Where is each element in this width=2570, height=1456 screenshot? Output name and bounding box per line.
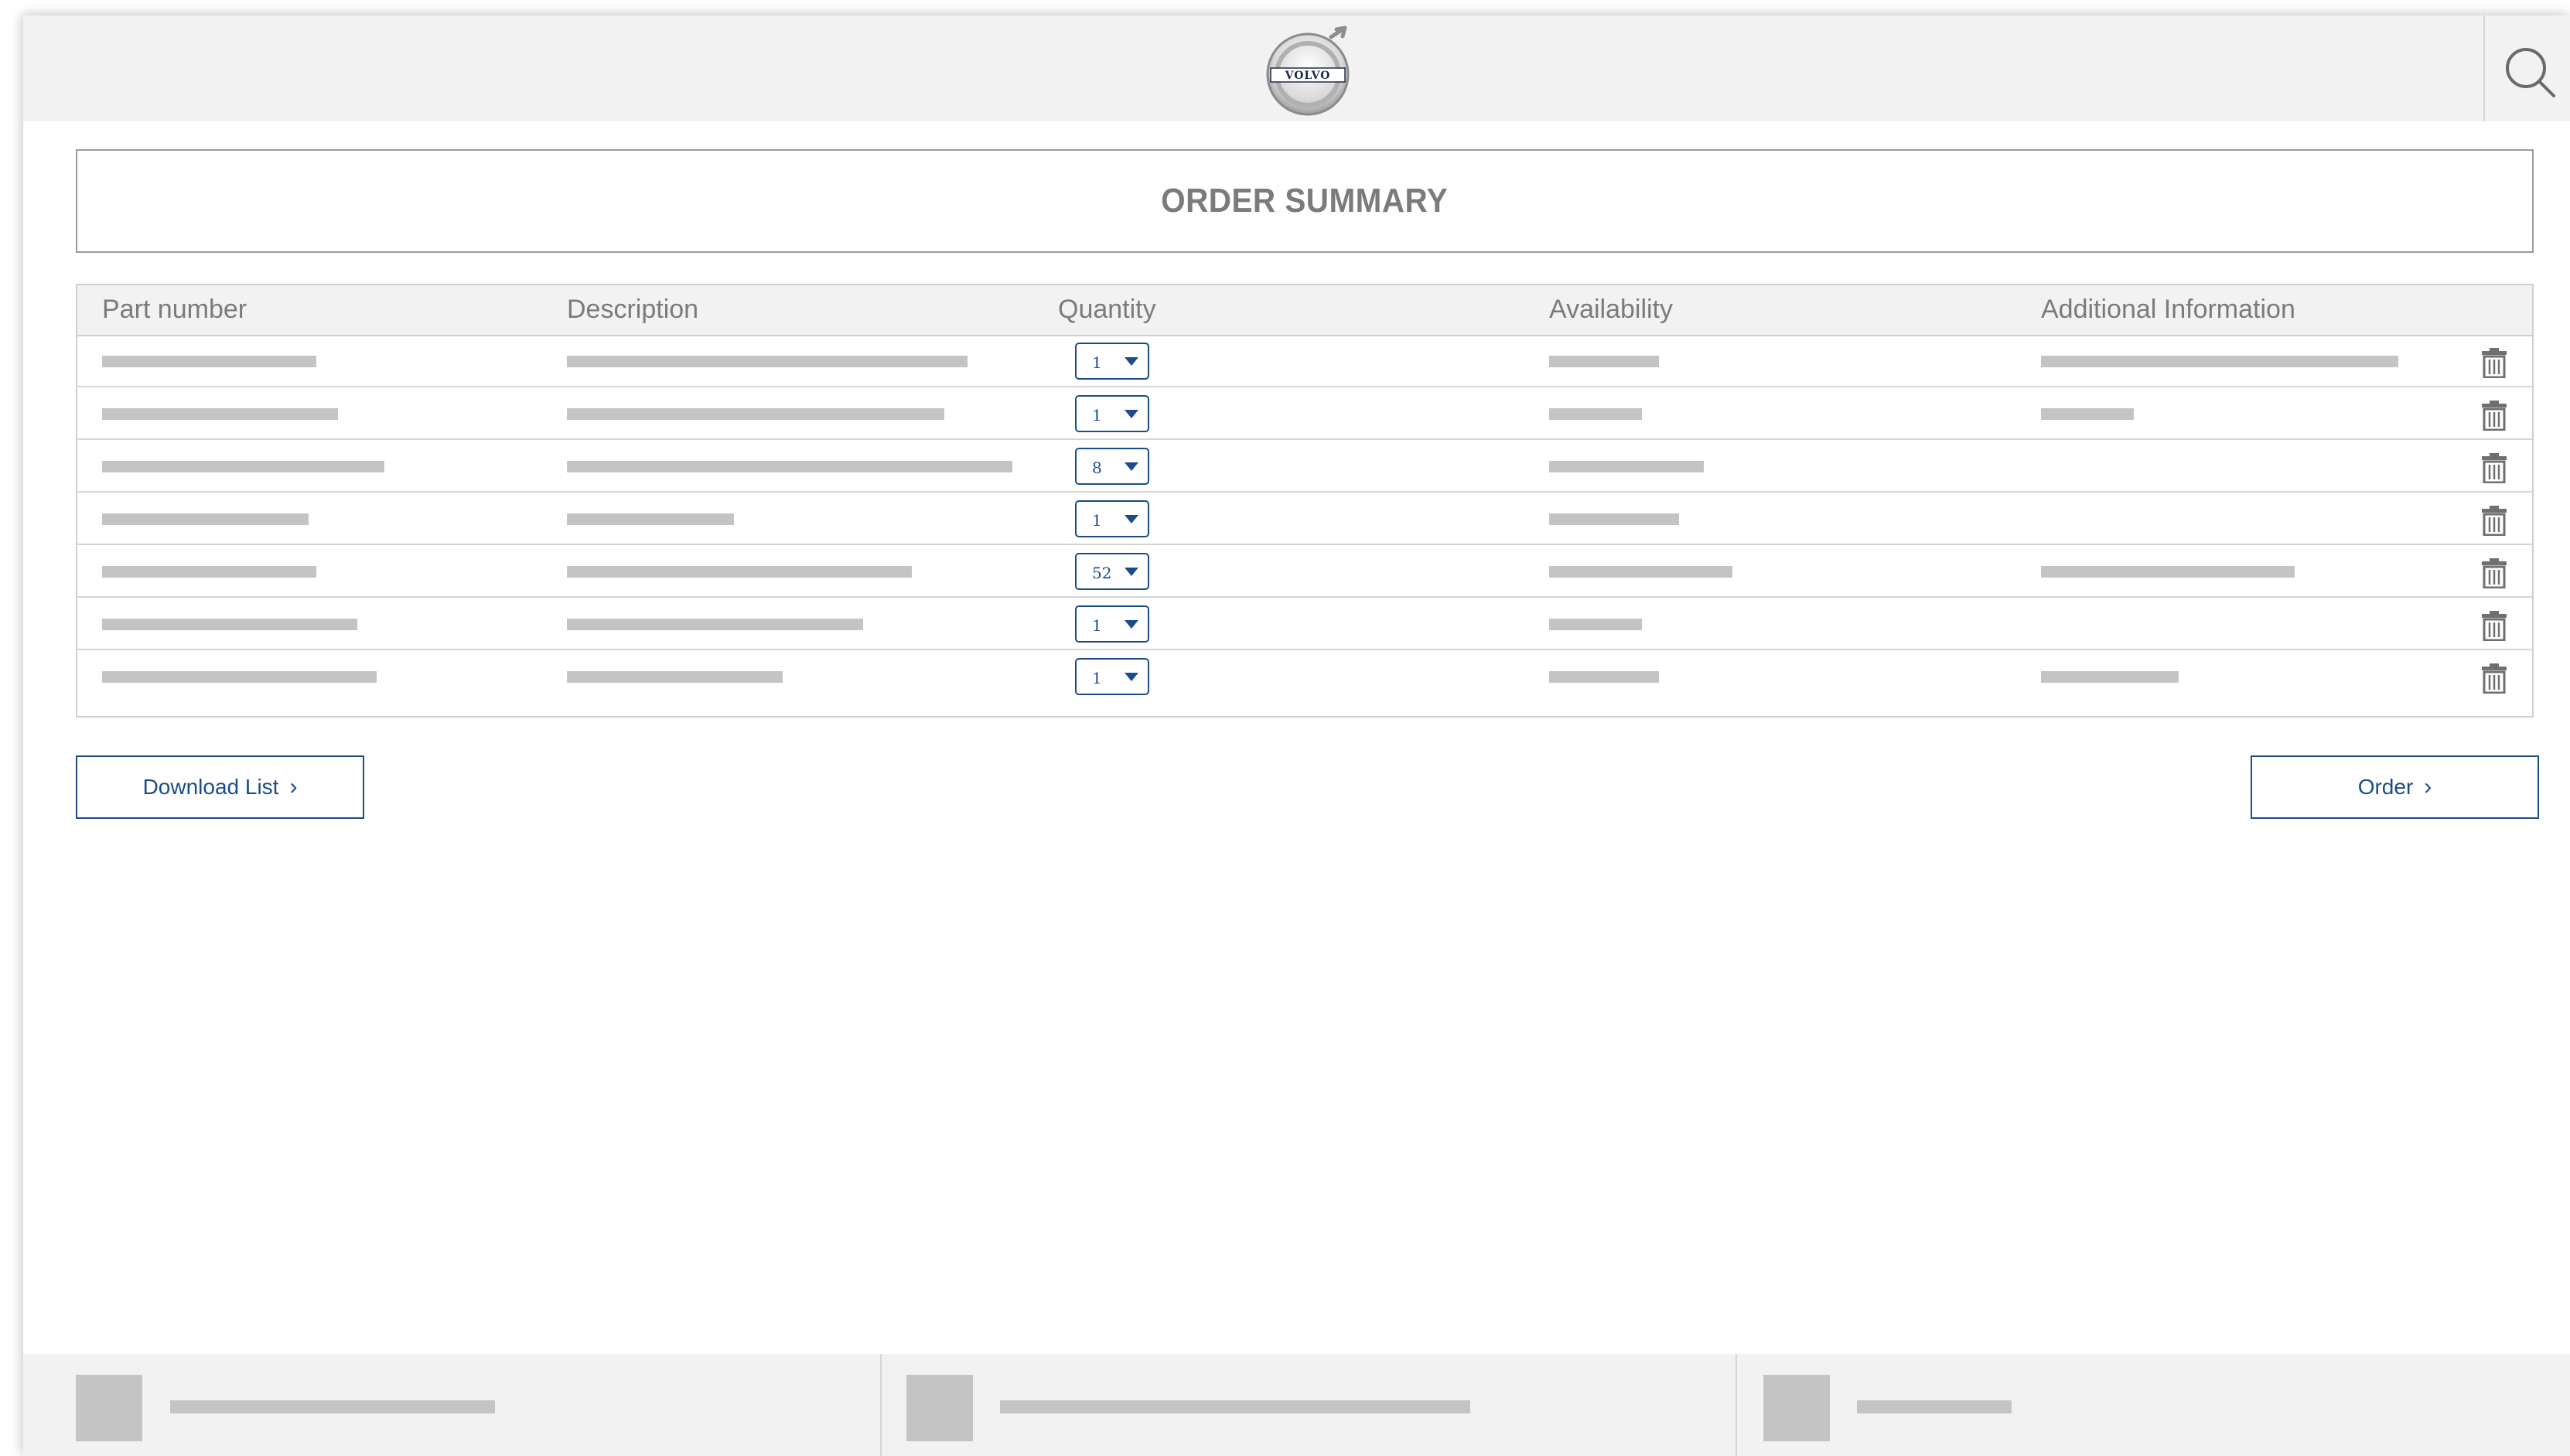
table-row: 52 [77,547,2532,598]
availability-placeholder [1549,566,1732,578]
table-row: 1 [77,652,2532,703]
trash-icon[interactable] [2481,610,2507,641]
table-row: 1 [77,494,2532,545]
table-row: 1 [77,389,2532,440]
column-header-part-number: Part number [102,295,247,324]
order-button[interactable]: Order › [2251,755,2539,819]
part-number-placeholder [102,356,316,367]
caret-down-icon [1125,620,1138,629]
download-list-label: Download List [142,775,279,799]
quantity-value: 1 [1092,406,1102,425]
quantity-select[interactable]: 1 [1075,395,1149,432]
caret-down-icon [1125,568,1138,576]
additional-info-placeholder [2041,408,2134,420]
volvo-logo[interactable]: VOLVO [1265,25,1357,119]
footer-item[interactable] [882,1354,1736,1456]
caret-down-icon [1125,410,1138,418]
trash-icon[interactable] [2481,400,2507,431]
description-placeholder [567,356,968,367]
trash-icon[interactable] [2481,452,2507,483]
quantity-select[interactable]: 1 [1075,658,1149,695]
trash-icon[interactable] [2481,347,2507,378]
footer-thumbnail [1763,1375,1830,1441]
caret-down-icon [1125,357,1138,366]
quantity-select[interactable]: 1 [1075,605,1149,643]
footer [23,1354,2570,1456]
footer-item[interactable] [23,1354,880,1456]
column-header-availability: Availability [1549,295,1674,324]
table-row: 1 [77,336,2532,387]
quantity-value: 1 [1092,353,1102,372]
part-number-placeholder [102,566,316,578]
download-list-button[interactable]: Download List › [76,755,364,819]
availability-placeholder [1549,671,1659,683]
description-placeholder [567,408,944,420]
caret-down-icon [1125,673,1138,681]
trash-icon[interactable] [2481,505,2507,536]
availability-placeholder [1549,461,1704,472]
quantity-select[interactable]: 52 [1075,553,1149,590]
order-table: Part number Description Quantity Availab… [76,284,2534,718]
footer-text-placeholder [1857,1400,2012,1413]
page-title: ORDER SUMMARY [1161,182,1449,220]
column-header-additional-information: Additional Information [2041,295,2295,324]
quantity-value: 1 [1092,511,1102,530]
search-icon[interactable] [2498,40,2560,102]
description-placeholder [567,619,863,630]
table-header: Part number Description Quantity Availab… [77,285,2532,336]
column-header-quantity: Quantity [1058,295,1156,324]
footer-thumbnail [906,1375,973,1441]
quantity-value: 1 [1092,616,1102,635]
quantity-value: 52 [1092,564,1112,582]
logo-text: VOLVO [1285,70,1331,82]
chevron-right-icon: › [2424,774,2432,800]
availability-placeholder [1549,513,1679,525]
availability-placeholder [1549,356,1659,367]
availability-placeholder [1549,408,1642,420]
footer-item[interactable] [1737,1354,2570,1456]
caret-down-icon [1125,462,1138,471]
quantity-value: 1 [1092,669,1102,687]
trash-icon[interactable] [2481,558,2507,588]
footer-text-placeholder [170,1400,495,1413]
quantity-select[interactable]: 8 [1075,448,1149,485]
part-number-placeholder [102,461,384,472]
search-divider [2483,15,2485,121]
description-placeholder [567,513,734,525]
part-number-placeholder [102,408,338,420]
description-placeholder [567,566,912,578]
description-placeholder [567,461,1012,472]
table-row: 8 [77,442,2532,493]
part-number-placeholder [102,513,309,525]
app-window: VOLVO ORDER SUMMARY Part number Descript… [23,15,2570,1456]
quantity-value: 8 [1092,459,1102,477]
quantity-select[interactable]: 1 [1075,500,1149,537]
part-number-placeholder [102,619,357,630]
additional-info-placeholder [2041,566,2295,578]
trash-icon[interactable] [2481,663,2507,694]
part-number-placeholder [102,671,377,683]
column-header-description: Description [567,295,699,324]
order-label: Order [2357,775,2414,799]
caret-down-icon [1125,515,1138,523]
description-placeholder [567,671,783,683]
footer-thumbnail [76,1375,142,1441]
title-box: ORDER SUMMARY [76,149,2534,253]
additional-info-placeholder [2041,671,2179,683]
availability-placeholder [1549,619,1642,630]
quantity-select[interactable]: 1 [1075,343,1149,380]
footer-text-placeholder [1000,1400,1470,1413]
chevron-right-icon: › [289,774,298,800]
additional-info-placeholder [2041,356,2398,367]
table-row: 1 [77,599,2532,650]
top-bar: VOLVO [23,15,2570,121]
